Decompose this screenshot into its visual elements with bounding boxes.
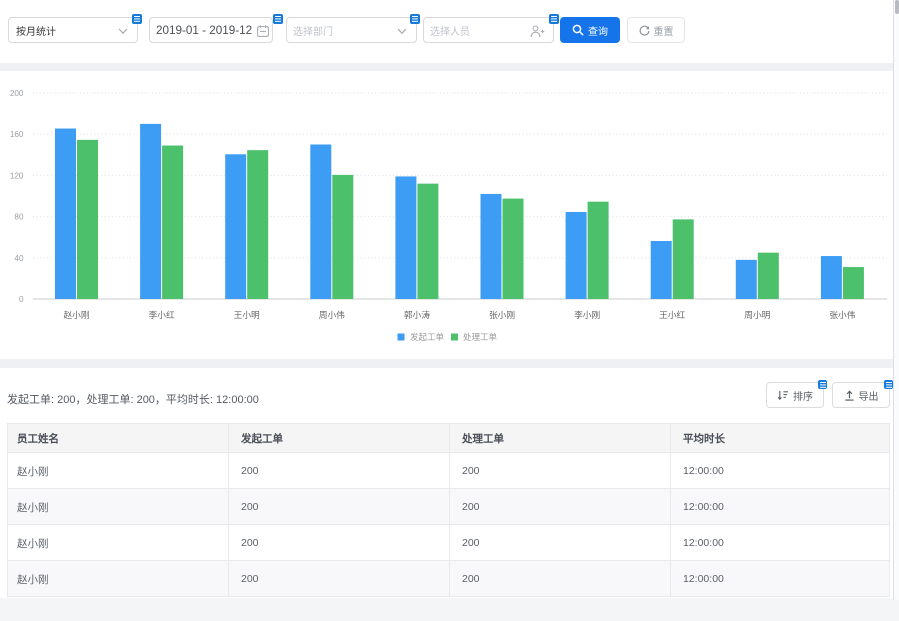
svg-text:120: 120 xyxy=(10,171,24,180)
svg-text:40: 40 xyxy=(14,254,24,263)
svg-text:李小刚: 李小刚 xyxy=(574,309,600,320)
svg-text:李小红: 李小红 xyxy=(149,309,175,320)
svg-text:王小明: 王小明 xyxy=(234,310,260,320)
svg-text:张小刚: 张小刚 xyxy=(489,310,515,320)
svg-text:200: 200 xyxy=(10,89,24,98)
svg-text:郭小涛: 郭小涛 xyxy=(404,309,430,320)
svg-text:发起工单: 发起工单 xyxy=(410,332,445,342)
svg-text:张小伟: 张小伟 xyxy=(829,309,855,320)
svg-text:处理工单: 处理工单 xyxy=(463,332,498,342)
svg-text:王小红: 王小红 xyxy=(659,309,685,320)
svg-text:周小伟: 周小伟 xyxy=(319,309,345,320)
svg-text:80: 80 xyxy=(14,213,24,222)
svg-text:160: 160 xyxy=(10,130,24,139)
svg-text:周小明: 周小明 xyxy=(744,310,770,320)
svg-text:赵小刚: 赵小刚 xyxy=(63,309,89,320)
svg-text:0: 0 xyxy=(19,295,24,304)
